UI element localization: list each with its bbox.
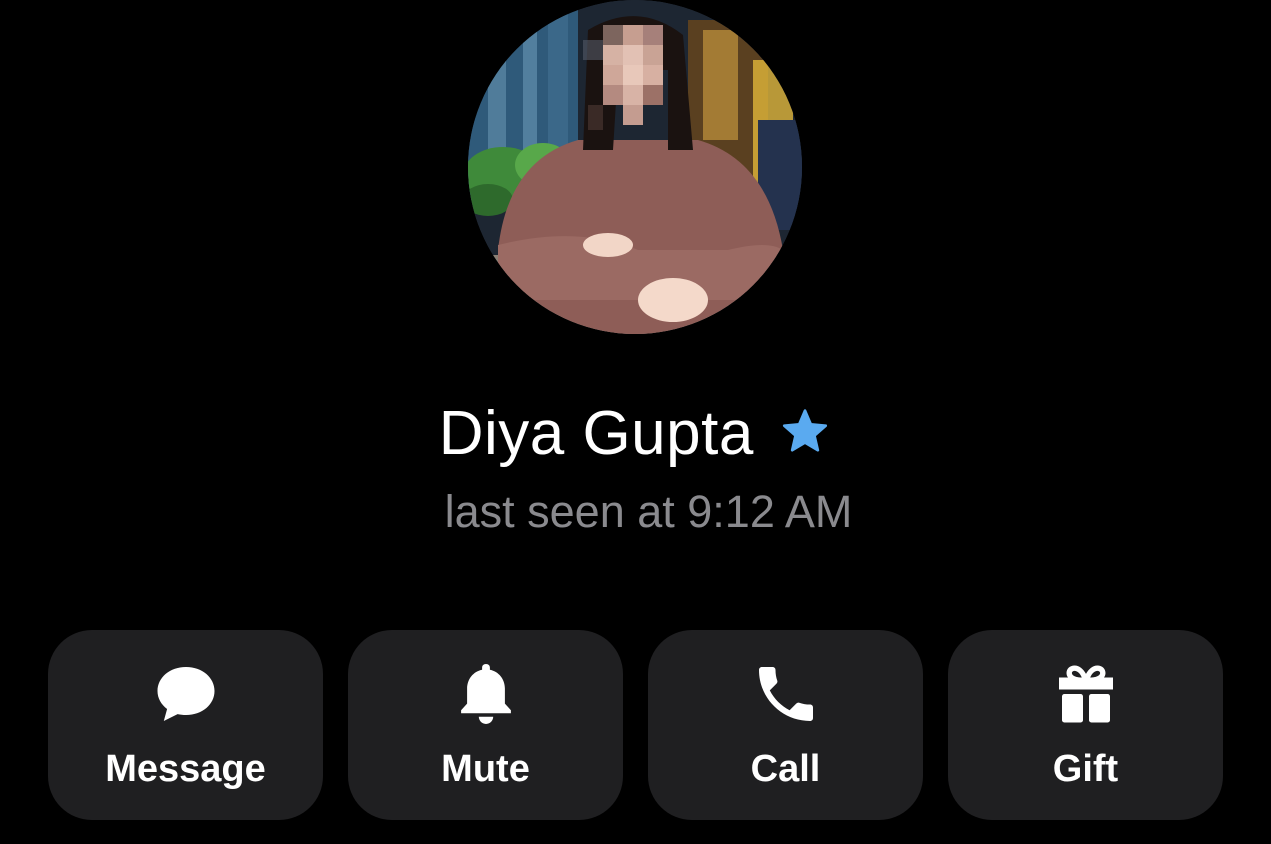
gift-icon [1058, 665, 1113, 723]
last-seen-status: last seen at 9:12 AM [444, 486, 853, 537]
chat-bubble-icon [157, 667, 214, 721]
profile-name-row: Diya Gupta [0, 398, 1271, 469]
mute-button[interactable]: Mute [348, 630, 623, 820]
star-icon[interactable] [778, 405, 832, 459]
call-button[interactable]: Call [648, 630, 923, 820]
avatar-photo [468, 0, 802, 334]
phone-icon [758, 667, 813, 721]
gift-label: Gift [1052, 748, 1119, 790]
avatar[interactable] [468, 0, 802, 334]
mute-label: Mute [441, 748, 530, 790]
bell-icon [460, 664, 511, 724]
profile-screen: Diya Gupta last seen at 9:12 AM Message … [0, 0, 1271, 844]
call-label: Call [750, 748, 821, 790]
message-button[interactable]: Message [48, 630, 323, 820]
action-buttons: Message Mute Call Gift [48, 630, 1223, 820]
gift-button[interactable]: Gift [948, 630, 1223, 820]
message-label: Message [105, 748, 266, 790]
profile-name: Diya Gupta [438, 399, 754, 468]
